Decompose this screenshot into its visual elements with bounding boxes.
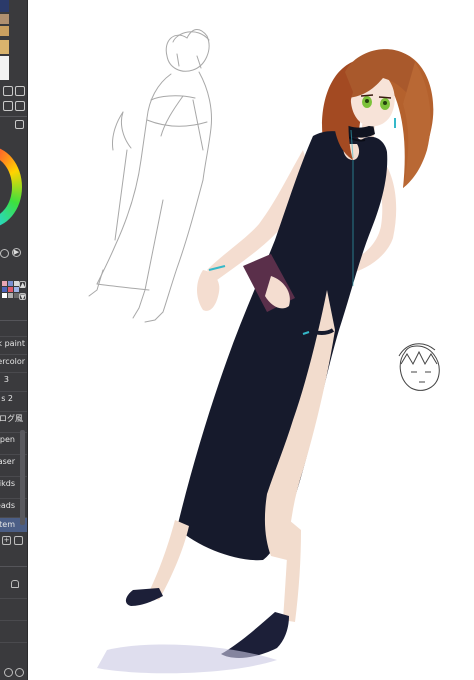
canvas-thumbnail[interactable] (0, 0, 9, 12)
color-swatch[interactable] (14, 287, 19, 292)
head-doodle (398, 343, 440, 391)
chevron-down-icon[interactable]: ▼ (19, 293, 26, 301)
layer-property-row[interactable]: ログ風 (0, 411, 27, 426)
color-swatch[interactable] (8, 287, 13, 292)
pencil-sketch (88, 29, 212, 323)
new-layer-icon[interactable]: + (2, 536, 11, 545)
canvas-thumbnail[interactable] (0, 56, 9, 80)
canvas-thumbnail[interactable] (0, 40, 9, 54)
layer-thumb-row[interactable] (0, 620, 27, 640)
layer-thumb-row[interactable] (0, 598, 27, 618)
zoom-icon[interactable] (15, 668, 24, 677)
play-icon[interactable]: ▶ (12, 248, 21, 257)
fit-icon[interactable] (15, 86, 25, 96)
color-swatch[interactable] (2, 287, 7, 292)
brush-item-label: ercolor (0, 357, 25, 366)
copy-icon[interactable] (3, 86, 13, 96)
color-swatch[interactable] (2, 281, 7, 286)
brush-item[interactable]: ercolor (0, 354, 27, 369)
artwork (88, 29, 440, 674)
drawing-canvas[interactable] (27, 0, 474, 680)
eyedropper-icon[interactable] (0, 249, 9, 258)
search-icon[interactable] (4, 668, 13, 677)
lock-icon[interactable] (11, 580, 19, 588)
flip-horizontal-icon[interactable] (3, 101, 13, 111)
color-swatch[interactable] (8, 281, 13, 286)
brush-setting-row[interactable]: s 2 (0, 391, 27, 406)
canvas-thumbnail[interactable] (0, 26, 9, 36)
brush-item[interactable]: k paint (0, 336, 27, 351)
layer-blend-label: ログ風 (0, 414, 23, 423)
brush-setting-row[interactable]: 3 (0, 372, 27, 387)
color-swatch[interactable] (8, 293, 13, 298)
brush-item-label: k paint (0, 339, 25, 348)
layer-thumb-row[interactable] (0, 642, 27, 662)
layer-name: pen (0, 435, 15, 444)
layer-name: tem (0, 520, 15, 529)
trash-icon[interactable] (14, 536, 23, 545)
color-settings-icon[interactable] (15, 120, 24, 129)
shoe (125, 588, 163, 606)
rotate-icon[interactable] (15, 101, 25, 111)
chevron-up-icon[interactable]: ▲ (19, 281, 26, 289)
brush-size-value: 3 (3, 375, 9, 384)
layer-name: ikds (0, 479, 15, 488)
tool-panel: ▶ ▲ ▼ k paint ercolor 3 s 2 ログ風 pen aser… (0, 0, 28, 680)
layer-name: eads (0, 501, 15, 510)
canvas-thumbnail[interactable] (0, 14, 9, 24)
color-swatch[interactable] (2, 293, 7, 298)
layer-scrollbar[interactable] (20, 430, 25, 525)
layer-name: aser (0, 457, 15, 466)
brush-density-value: s 2 (1, 394, 13, 403)
